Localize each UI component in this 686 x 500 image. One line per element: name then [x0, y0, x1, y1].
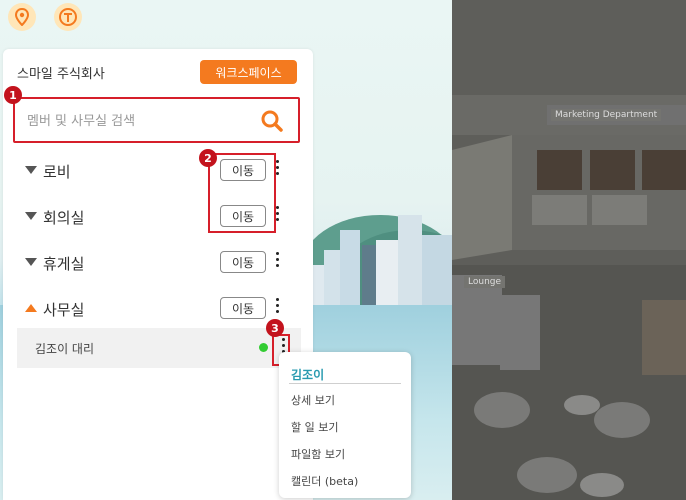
- collapse-arrow-icon[interactable]: [25, 212, 37, 220]
- room-name: 휴게실: [43, 255, 85, 273]
- room-name: 로비: [43, 163, 71, 181]
- workspace-panel: 스마일 주식회사 워크스페이스 로비 이동 회의실 이동 휴게실 이동 사무실 …: [3, 49, 313, 500]
- menu-title: 김조이: [291, 368, 325, 382]
- workspace-button[interactable]: 워크스페이스: [200, 60, 297, 84]
- office-sign: Marketing Department: [551, 109, 662, 121]
- office-view: Marketing Department Lounge: [452, 0, 686, 500]
- callout-badge-3: 3: [266, 319, 284, 337]
- menu-divider: [289, 383, 401, 384]
- more-menu-icon[interactable]: [276, 160, 280, 180]
- callout-badge-2: 2: [199, 149, 217, 167]
- t-coin-icon[interactable]: [54, 3, 82, 31]
- menu-item-todo[interactable]: 할 일 보기: [291, 419, 338, 435]
- more-menu-icon[interactable]: [276, 252, 280, 272]
- location-pin-icon[interactable]: [8, 3, 36, 31]
- online-status-icon: [259, 343, 268, 352]
- search-input[interactable]: [25, 109, 249, 133]
- menu-item-details[interactable]: 상세 보기: [291, 392, 335, 408]
- room-name: 회의실: [43, 209, 85, 227]
- room-name: 사무실: [43, 301, 85, 319]
- room-lounge[interactable]: 휴게실 이동: [3, 243, 313, 283]
- menu-item-files[interactable]: 파일함 보기: [291, 446, 345, 462]
- move-button[interactable]: 이동: [220, 251, 266, 273]
- search-icon[interactable]: [260, 109, 284, 133]
- callout-badge-1: 1: [4, 86, 22, 104]
- collapse-arrow-icon[interactable]: [25, 258, 37, 266]
- member-context-menu: 김조이 상세 보기 할 일 보기 파일함 보기 캘린더 (beta): [279, 352, 411, 498]
- city-skyline: [310, 200, 452, 305]
- move-button[interactable]: 이동: [220, 297, 266, 319]
- more-menu-icon[interactable]: [276, 206, 280, 226]
- lounge-sign: Lounge: [464, 276, 506, 288]
- callout-box-2: [208, 153, 276, 233]
- collapse-arrow-icon[interactable]: [25, 166, 37, 174]
- expand-arrow-icon[interactable]: [25, 304, 37, 312]
- more-menu-icon[interactable]: [276, 298, 280, 318]
- menu-item-calendar[interactable]: 캘린더 (beta): [291, 473, 358, 489]
- company-name: 스마일 주식회사: [17, 67, 105, 82]
- member-row[interactable]: 김조이 대리: [17, 328, 301, 368]
- search-box: [13, 97, 300, 143]
- member-name: 김조이 대리: [35, 342, 95, 356]
